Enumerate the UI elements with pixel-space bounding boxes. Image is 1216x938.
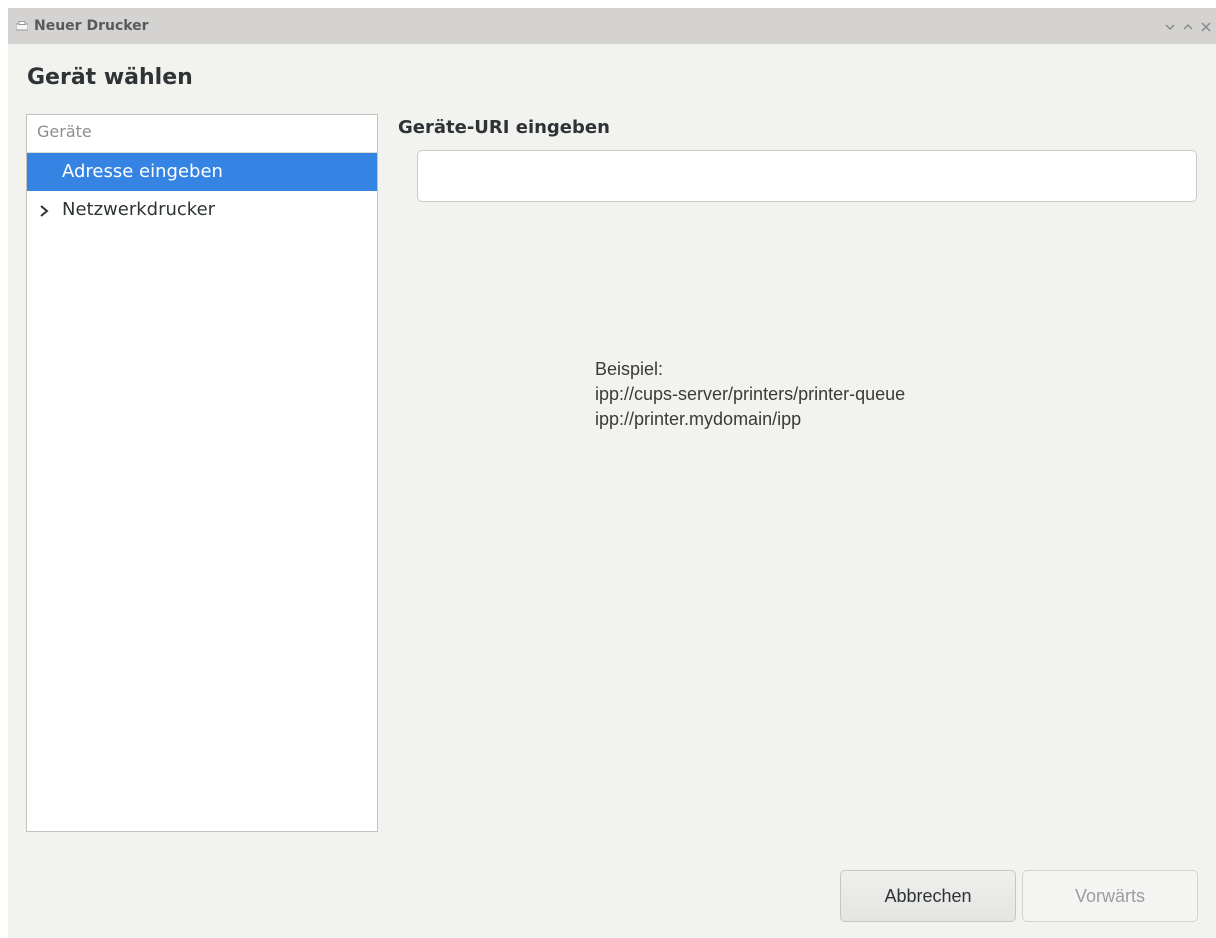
example-uri-2: ipp://printer.mydomain/ipp bbox=[595, 409, 802, 429]
window-controls bbox=[1164, 21, 1212, 33]
device-item-enter-address[interactable]: Adresse eingeben bbox=[27, 153, 377, 191]
printer-icon bbox=[16, 21, 28, 31]
chevron-right-icon[interactable] bbox=[39, 205, 49, 217]
cancel-button[interactable]: Abbrechen bbox=[840, 870, 1016, 922]
uri-input[interactable] bbox=[417, 150, 1197, 202]
example-uri-1: ipp://cups-server/printers/printer-queue bbox=[595, 384, 906, 404]
new-printer-window: Neuer Drucker Gerät wählen Geräte Adress… bbox=[8, 8, 1216, 938]
example-text: Beispiel: ipp://cups-server/printers/pri… bbox=[595, 357, 905, 432]
close-icon[interactable] bbox=[1200, 21, 1212, 33]
example-heading: Beispiel: bbox=[595, 359, 664, 379]
maximize-icon[interactable] bbox=[1182, 21, 1194, 33]
device-item-network-printer[interactable]: Netzwerkdrucker bbox=[27, 191, 377, 229]
device-list: Geräte Adresse eingeben Netzwerkdrucker bbox=[26, 114, 378, 832]
title-bar[interactable]: Neuer Drucker bbox=[8, 8, 1216, 44]
page-title: Gerät wählen bbox=[27, 65, 193, 90]
forward-button[interactable]: Vorwärts bbox=[1022, 870, 1198, 922]
minimize-icon[interactable] bbox=[1164, 21, 1176, 33]
window-title: Neuer Drucker bbox=[34, 18, 149, 34]
device-list-header[interactable]: Geräte bbox=[27, 115, 377, 153]
uri-label: Geräte-URI eingeben bbox=[398, 117, 610, 138]
device-item-label: Adresse eingeben bbox=[62, 161, 223, 182]
device-item-label: Netzwerkdrucker bbox=[62, 199, 216, 220]
